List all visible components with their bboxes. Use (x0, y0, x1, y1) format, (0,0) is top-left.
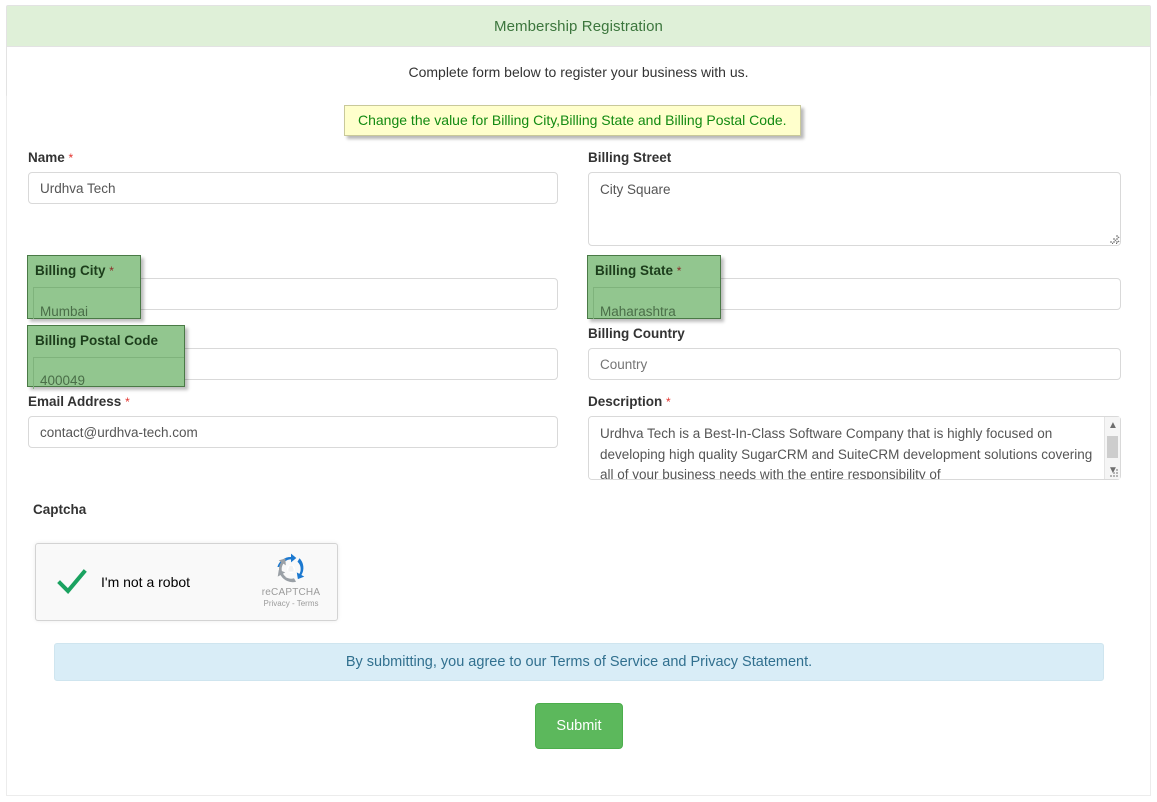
field-email-address: Email Address * (28, 394, 558, 448)
field-billing-street: Billing Street (588, 150, 1121, 246)
field-billing-postal-code: Billing Postal Code (28, 326, 558, 380)
submit-button[interactable]: Submit (535, 703, 623, 749)
billing-state-label-text: Billing State (588, 256, 667, 271)
panel-subtitle-area: Complete form below to register your bus… (7, 47, 1150, 96)
panel-heading: Membership Registration (7, 6, 1150, 47)
email-address-required-asterisk: * (125, 395, 130, 409)
instruction-tooltip: Change the value for Billing City,Billin… (344, 105, 801, 136)
page-title: Membership Registration (493, 17, 664, 35)
email-address-input[interactable] (28, 416, 558, 448)
captcha-label: Captcha (33, 502, 86, 518)
recaptcha-brand-text: reCAPTCHA (261, 587, 321, 598)
terms-notice: By submitting, you agree to our Terms of… (54, 643, 1104, 681)
field-name: Name * (28, 150, 558, 204)
name-required-asterisk: * (68, 151, 74, 165)
field-billing-state: Billing State * (588, 256, 1121, 310)
recaptcha-widget[interactable]: I'm not a robot reCAPTCHA Privacy - Term… (35, 543, 338, 621)
description-label-text: Description (588, 394, 663, 409)
billing-state-input[interactable] (588, 278, 1121, 310)
billing-city-required-asterisk: * (102, 257, 107, 271)
billing-state-label: Billing State * (588, 256, 1121, 272)
billing-country-label: Billing Country (588, 326, 1121, 342)
description-scrollbar[interactable]: ▲ ▼ (1104, 417, 1120, 479)
name-label: Name * (28, 150, 558, 166)
billing-street-label: Billing Street (588, 150, 1121, 166)
instruction-tooltip-text: Change the value for Billing City,Billin… (358, 112, 787, 128)
registration-page: Membership Registration Complete form be… (0, 0, 1157, 802)
billing-postal-code-label: Billing Postal Code (28, 326, 558, 342)
scrollbar-thumb[interactable] (1107, 436, 1118, 458)
field-billing-city: Billing City * (28, 256, 558, 310)
scroll-up-icon[interactable]: ▲ (1105, 417, 1121, 434)
recaptcha-logo-icon (255, 553, 327, 585)
recaptcha-legal-text: Privacy - Terms (263, 599, 319, 608)
checkmark-icon[interactable] (56, 566, 88, 598)
name-input[interactable] (28, 172, 558, 204)
billing-city-input[interactable] (28, 278, 558, 310)
captcha-label-text: Captcha (33, 502, 87, 517)
terms-notice-text: By submitting, you agree to our Terms of… (345, 654, 813, 670)
billing-city-label: Billing City * (28, 256, 558, 272)
recaptcha-checkbox-text: I'm not a robot (101, 574, 191, 590)
recaptcha-branding: reCAPTCHA Privacy - Terms (255, 553, 327, 608)
billing-country-label-text: Billing Country (588, 326, 685, 341)
billing-postal-code-label-text: Billing Postal Code (28, 326, 152, 341)
description-label: Description * (588, 394, 1121, 410)
page-subtitle: Complete form below to register your bus… (408, 63, 749, 80)
billing-state-required-asterisk: * (669, 257, 675, 271)
email-address-label-text: Email Address (28, 394, 122, 409)
billing-street-textarea[interactable] (588, 172, 1121, 246)
billing-postal-code-input[interactable] (28, 348, 558, 380)
description-textarea[interactable] (588, 416, 1121, 480)
scroll-down-icon[interactable]: ▼ (1105, 462, 1121, 479)
field-billing-country: Billing Country (588, 326, 1121, 380)
description-required-asterisk: * (666, 395, 671, 409)
billing-country-input[interactable] (588, 348, 1121, 380)
field-description: Description * ▲ ▼ (588, 394, 1121, 480)
name-label-text: Name (28, 150, 65, 165)
billing-street-label-text: Billing Street (588, 150, 672, 165)
email-address-label: Email Address * (28, 394, 558, 410)
billing-city-label-text: Billing City (28, 256, 99, 271)
page-panel: Membership Registration Complete form be… (6, 5, 1151, 97)
